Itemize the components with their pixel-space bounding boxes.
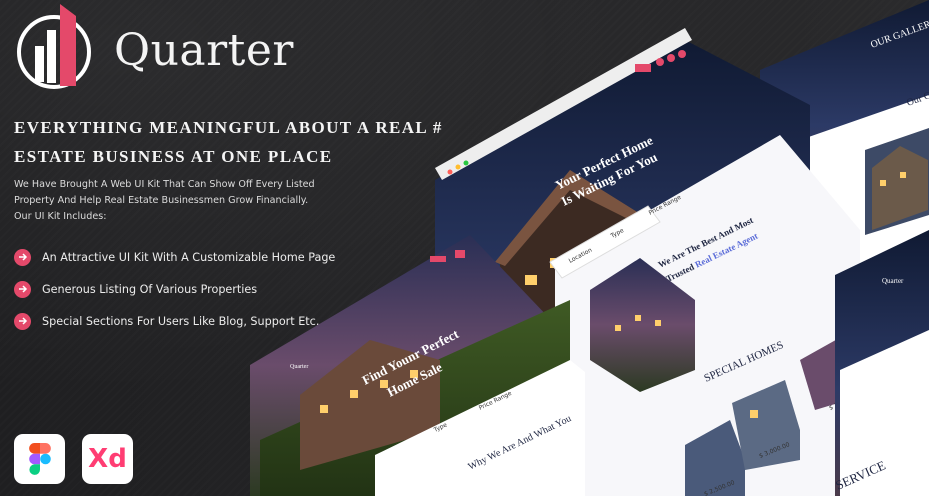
header-button[interactable] bbox=[635, 64, 651, 72]
tool-icons: Xd bbox=[14, 434, 133, 484]
header-button[interactable] bbox=[430, 256, 446, 262]
left-brand: Quarter bbox=[290, 364, 308, 370]
secondary-mockup: Quarter SERVICE bbox=[833, 230, 929, 496]
arrow-right-icon bbox=[14, 312, 31, 330]
feature-label: Generous Listing Of Various Properties bbox=[42, 282, 258, 296]
adobe-xd-icon: Xd bbox=[82, 434, 133, 484]
arrow-right-icon bbox=[14, 280, 31, 298]
figma-icon bbox=[14, 434, 65, 484]
arrow-right-icon bbox=[14, 248, 31, 266]
xd-label: Xd bbox=[88, 444, 127, 474]
secondary-brand: Quarter bbox=[882, 277, 904, 285]
mockup-collage: OUR GALLERY Our G Your Perfect Home Is W… bbox=[250, 0, 929, 496]
quarter-logo-icon bbox=[17, 4, 91, 89]
